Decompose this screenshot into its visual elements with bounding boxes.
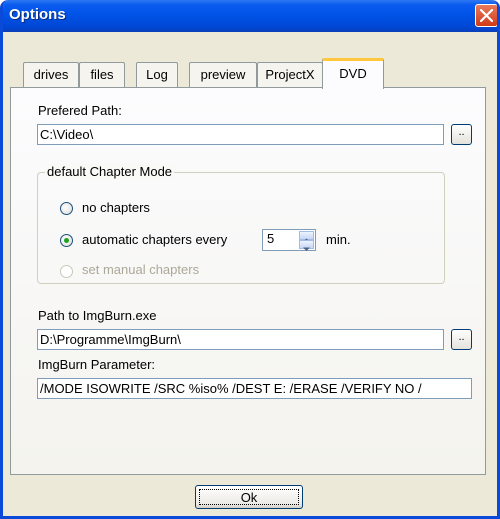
spinner-down-button[interactable] [299,240,314,251]
tab-drives[interactable]: drives [23,62,79,87]
preferred-path-label: Prefered Path: [38,103,122,118]
radio-manual-chapters [60,265,73,278]
preferred-path-input[interactable]: C:\Video\ [37,124,444,145]
chapter-interval-spinner[interactable]: 5 [262,229,316,251]
chapter-interval-value: 5 [267,231,275,246]
imgburn-path-browse-button[interactable]: .. [451,329,472,350]
imgburn-parameter-input[interactable]: /MODE ISOWRITE /SRC %iso% /DEST E: /ERAS… [37,378,472,399]
tab-projectx[interactable]: ProjectX [257,62,323,87]
window-title: Options [9,6,66,23]
tab-label: Log [146,67,168,82]
radio-automatic-chapters-label[interactable]: automatic chapters every [82,232,227,247]
title-bar[interactable]: Options [3,0,497,32]
tab-log[interactable]: Log [136,62,178,87]
tab-dvd[interactable]: DVD [322,58,384,89]
tab-label: DVD [339,66,367,81]
imgburn-parameter-label: ImgBurn Parameter: [38,357,156,372]
chevron-down-icon [303,247,310,251]
tab-preview[interactable]: preview [189,62,257,87]
spinner-up-button[interactable] [299,231,314,242]
chapter-interval-unit: min. [326,232,351,247]
imgburn-path-label: Path to ImgBurn.exe [38,308,157,323]
tab-files[interactable]: files [79,62,125,87]
radio-no-chapters[interactable] [60,202,73,215]
chapter-mode-group-title: default Chapter Mode [45,164,175,179]
radio-manual-chapters-label: set manual chapters [82,262,200,277]
imgburn-path-input[interactable]: D:\Programme\ImgBurn\ [37,329,444,350]
spinner-arrows [299,231,314,251]
close-button[interactable] [475,4,497,27]
radio-no-chapters-label[interactable]: no chapters [82,200,150,215]
tab-label: preview [200,67,246,82]
radio-automatic-chapters[interactable] [60,234,73,247]
close-icon [480,9,493,22]
preferred-path-browse-button[interactable]: .. [451,124,472,145]
ok-button[interactable]: Ok [195,485,303,509]
ok-button-label: Ok [240,490,258,505]
tab-label: files [90,67,114,82]
tab-label: ProjectX [265,67,315,82]
radio-selected-dot [64,238,69,243]
tab-label: drives [33,67,69,82]
